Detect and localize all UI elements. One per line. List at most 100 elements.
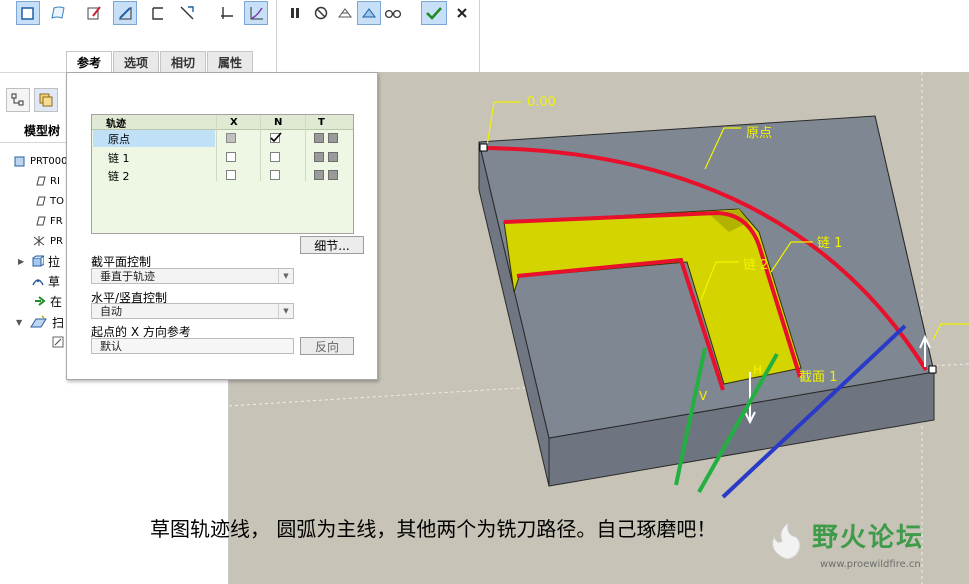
t-toggle[interactable]: [314, 170, 324, 180]
table-header: [92, 115, 353, 130]
ribbon-separator: [479, 0, 480, 72]
n-checkbox[interactable]: [270, 170, 280, 180]
references-panel: 轨迹 X N T 原点 链 1 链 2 细节... 截平面控制 垂直于轨迹 ▼ …: [66, 72, 378, 380]
col-header-t: T: [318, 116, 325, 128]
insert-arrow-icon: [35, 296, 46, 306]
n-checkbox[interactable]: [270, 152, 280, 162]
tree-item-csys[interactable]: PR: [32, 232, 63, 250]
watermark-url: www.proewildfire.cn: [820, 559, 921, 570]
x-checkbox[interactable]: [226, 152, 236, 162]
trajectory-name: 原点: [108, 133, 130, 146]
t-toggle[interactable]: [314, 133, 324, 143]
chain1-label[interactable]: 链 1: [817, 232, 842, 251]
tree-item-insert-here[interactable]: 在: [34, 292, 62, 310]
part-icon: [14, 156, 25, 167]
x-direction-value: 默认: [100, 340, 122, 353]
tree-item-label: 在: [50, 294, 63, 309]
n-checkbox[interactable]: [270, 132, 282, 143]
thicken-icon[interactable]: [146, 1, 170, 25]
sketch-icon: [52, 336, 64, 348]
chain2-label[interactable]: 链 2: [743, 254, 768, 273]
tree-item-sketch[interactable]: 草: [32, 272, 60, 290]
tab-references[interactable]: 参考: [66, 51, 113, 73]
tree-item-datum-front[interactable]: FR: [34, 212, 63, 230]
preview-mesh-icon[interactable]: [333, 1, 357, 25]
constant-section-icon[interactable]: [215, 1, 239, 25]
tree-item-sweep[interactable]: ▼ 扫: [16, 313, 64, 331]
dimension-label[interactable]: 0.00: [527, 95, 556, 110]
csys-icon: [33, 236, 45, 246]
tree-item-sweep-sketch[interactable]: [52, 333, 64, 351]
sweep-feature-icon: [30, 315, 47, 328]
variable-section-icon[interactable]: [244, 1, 268, 25]
attached-preview-icon[interactable]: [357, 1, 381, 25]
x-direction-field[interactable]: 默认: [91, 338, 294, 354]
watermark-title: 野火论坛: [812, 523, 925, 553]
tree-item-label: PRT000: [30, 155, 68, 167]
hv-control-value: 自动: [100, 305, 122, 318]
tree-item-datum-top[interactable]: TO: [34, 192, 64, 210]
dashboard-tab-strip: 参考 选项 相切 属性: [66, 51, 254, 73]
section-plane-select[interactable]: 垂直于轨迹 ▼: [91, 268, 294, 284]
table-row[interactable]: 链 2: [92, 167, 353, 184]
tab-options[interactable]: 选项: [113, 51, 160, 72]
surface-icon[interactable]: [46, 1, 70, 25]
t-toggle[interactable]: [328, 133, 338, 143]
layer-tree-tab-icon[interactable]: [34, 88, 58, 112]
x-checkbox[interactable]: [226, 170, 236, 180]
details-button[interactable]: 细节...: [300, 236, 364, 254]
sketch-icon: [32, 279, 44, 286]
tree-item-datum-right[interactable]: RI: [34, 172, 60, 190]
tree-item-label: RI: [50, 175, 60, 187]
tree-item-label: 拉: [48, 254, 61, 269]
close-icon[interactable]: [450, 1, 474, 25]
section-label[interactable]: 截面 1: [799, 366, 837, 385]
h-direction-label: H: [753, 363, 763, 377]
chevron-down-icon: ▼: [278, 269, 293, 283]
x-checkbox[interactable]: [226, 133, 236, 143]
forum-watermark: 野火论坛 www.proewildfire.cn: [760, 517, 965, 580]
tree-item-part[interactable]: PRT000: [14, 152, 67, 170]
remove-material-icon[interactable]: [113, 1, 137, 25]
section-plane-value: 垂直于轨迹: [100, 270, 155, 283]
trajectory-name: 链 1: [108, 152, 130, 165]
tab-properties[interactable]: 属性: [207, 51, 254, 72]
no-preview-icon[interactable]: [309, 1, 333, 25]
expand-arrow-icon[interactable]: ▶: [18, 257, 28, 266]
tree-item-label: TO: [50, 195, 64, 207]
t-toggle[interactable]: [328, 152, 338, 162]
pause-icon[interactable]: [283, 1, 307, 25]
tree-item-label: FR: [50, 215, 63, 227]
model-tree-title: 模型树: [24, 124, 61, 138]
checkmark-icon[interactable]: [421, 1, 447, 25]
tutorial-caption: 草图轨迹线， 圆弧为主线，其他两个为铣刀路径。自己琢磨吧！: [150, 517, 717, 541]
table-row[interactable]: 原点: [92, 130, 353, 147]
solid-icon[interactable]: [16, 1, 40, 25]
col-header-trajectory: 轨迹: [106, 118, 126, 130]
col-header-x: X: [230, 116, 238, 128]
hv-control-select[interactable]: 自动 ▼: [91, 303, 294, 319]
edit-section-icon[interactable]: [82, 1, 106, 25]
table-row[interactable]: 链 1: [92, 149, 353, 166]
tree-item-label: 草: [48, 274, 61, 289]
tab-tangency[interactable]: 相切: [160, 51, 207, 72]
collapse-arrow-icon[interactable]: ▼: [16, 318, 26, 327]
ribbon-separator: [276, 0, 277, 72]
origin-label[interactable]: 原点: [746, 122, 772, 141]
datum-plane-icon: [36, 216, 46, 226]
extrude-icon: [32, 255, 44, 267]
flip-button[interactable]: 反向: [300, 337, 354, 355]
t-toggle[interactable]: [314, 152, 324, 162]
flip-direction-icon[interactable]: [175, 1, 199, 25]
col-header-n: N: [274, 116, 283, 128]
tree-item-extrude[interactable]: ▶ 拉: [18, 252, 60, 270]
model-tree-tab-icon[interactable]: [6, 88, 30, 112]
verify-glasses-icon[interactable]: [381, 1, 405, 25]
t-toggle[interactable]: [328, 170, 338, 180]
flame-logo-icon: [772, 521, 801, 560]
chevron-down-icon: ▼: [278, 304, 293, 318]
trajectory-name: 链 2: [108, 170, 130, 183]
datum-plane-icon: [36, 196, 46, 206]
tree-item-label: 扫: [52, 315, 65, 330]
tree-item-label: PR: [50, 235, 63, 247]
